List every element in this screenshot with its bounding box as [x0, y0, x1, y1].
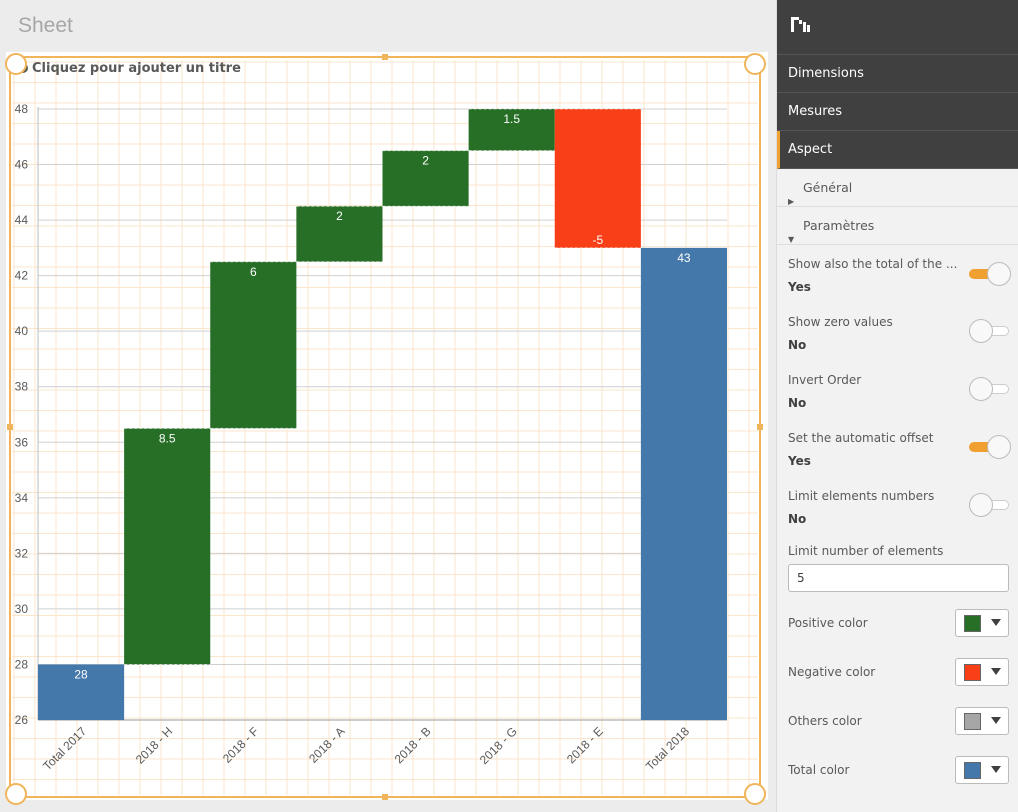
toggle-auto-offset[interactable]	[969, 435, 1011, 459]
x-tick-label: 2018 - G	[477, 724, 520, 767]
caret-down-icon	[991, 717, 1001, 724]
y-tick-label: 44	[15, 213, 29, 227]
panel-header	[777, 0, 1018, 55]
y-tick-label: 30	[15, 602, 29, 616]
y-tick-label: 26	[15, 713, 29, 727]
negative-color-picker[interactable]	[955, 658, 1009, 686]
x-tick-label: 2018 - F	[220, 724, 262, 766]
toggle-show-zero[interactable]	[969, 319, 1011, 343]
waterfall-extension-icon	[791, 17, 810, 32]
y-tick-label: 32	[15, 546, 29, 560]
resize-handle-right[interactable]	[757, 424, 763, 430]
data-label: 6	[250, 265, 257, 279]
y-tick-label: 48	[15, 102, 29, 116]
resize-handle-left[interactable]	[7, 424, 13, 430]
y-tick-label: 42	[15, 269, 29, 283]
resize-handle-bottom[interactable]	[382, 794, 388, 800]
bar-positive	[210, 261, 297, 429]
data-label: 28	[74, 667, 88, 681]
others-color-picker[interactable]	[955, 707, 1009, 735]
caret-down-icon	[991, 766, 1001, 773]
bar-positive	[124, 428, 211, 665]
y-tick-label: 28	[15, 657, 29, 671]
tab-aspect[interactable]: Aspect	[777, 131, 1018, 169]
caret-down-icon	[991, 619, 1001, 626]
setting-label: Limit number of elements	[788, 544, 944, 558]
data-label: 8.5	[159, 431, 176, 445]
resize-handle-top-right[interactable]	[744, 53, 766, 75]
section-parametres-label: Paramètres	[803, 218, 875, 233]
color-swatch	[964, 762, 981, 779]
caret-down-icon	[991, 668, 1001, 675]
chart-bars	[38, 108, 727, 720]
y-tick-labels: 26 28 30 32 34 36 38 40 42 44 46 48	[15, 102, 29, 727]
tab-dimensions[interactable]: Dimensions	[777, 55, 1018, 93]
y-tick-label: 40	[15, 324, 29, 338]
section-parametres[interactable]: ▼ Paramètres	[777, 207, 1018, 245]
y-tick-label: 36	[15, 435, 29, 449]
color-swatch	[964, 713, 981, 730]
data-label: -5	[592, 233, 603, 247]
positive-color-picker[interactable]	[955, 609, 1009, 637]
resize-handle-top-left[interactable]	[5, 53, 27, 75]
data-label: 2	[336, 209, 343, 223]
color-swatch	[964, 615, 981, 632]
total-color-picker[interactable]	[955, 756, 1009, 784]
setting-limit-number: Limit number of elements	[788, 544, 1010, 558]
data-label: 2	[422, 154, 429, 168]
tab-mesures[interactable]: Mesures	[777, 93, 1018, 131]
section-general-label: Général	[803, 180, 853, 195]
data-label: 43	[677, 251, 691, 265]
toggle-limit-elements[interactable]	[969, 493, 1011, 517]
x-tick-labels: Total 2017 2018 - H 2018 - F 2018 - A 2018 -…	[40, 724, 692, 773]
resize-handle-top[interactable]	[382, 54, 388, 60]
x-tick-label: 2018 - H	[133, 724, 175, 766]
toggle-show-total[interactable]	[969, 262, 1011, 286]
y-tick-label: 34	[15, 491, 29, 505]
limit-number-input[interactable]: 5	[788, 564, 1009, 592]
chart-title-placeholder[interactable]: Cliquez pour ajouter un titre	[32, 61, 241, 76]
properties-panel: Dimensions Mesures Aspect ▶ Général ▼ Pa…	[776, 0, 1018, 812]
waterfall-chart[interactable]: 262830323436384042444648 Total 2017 2018 …	[0, 0, 776, 812]
x-tick-label: 2018 - A	[306, 724, 348, 766]
y-tick-label: 38	[15, 380, 29, 394]
chevron-down-icon: ▼	[788, 235, 795, 244]
section-general[interactable]: ▶ Général	[777, 169, 1018, 207]
data-label: 1.5	[503, 112, 520, 126]
x-tick-label: 2018 - E	[564, 724, 606, 766]
x-tick-label: Total 2017	[40, 724, 89, 773]
y-tick-label: 46	[15, 158, 29, 172]
color-swatch	[964, 664, 981, 681]
bar-total	[640, 247, 727, 720]
resize-handle-bottom-left[interactable]	[5, 783, 27, 805]
toggle-invert-order[interactable]	[969, 377, 1011, 401]
x-tick-label: Total 2018	[643, 724, 692, 773]
resize-handle-bottom-right[interactable]	[744, 783, 766, 805]
bar-negative	[554, 109, 641, 248]
